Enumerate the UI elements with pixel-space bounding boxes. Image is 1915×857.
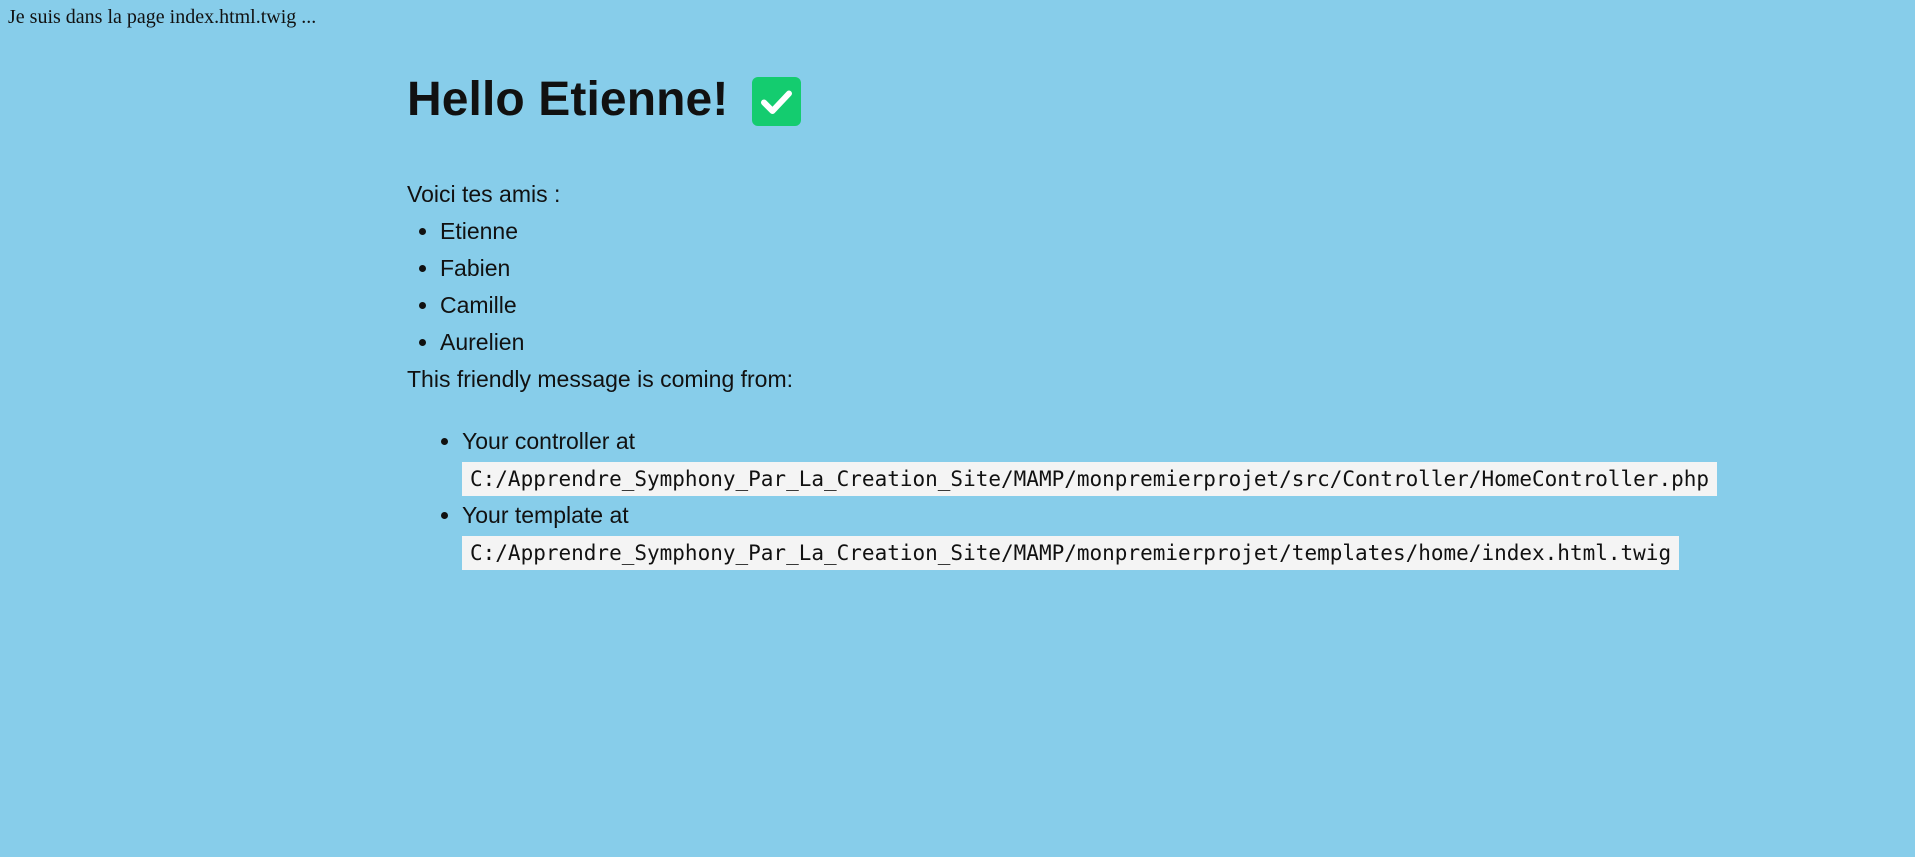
controller-path: C:/Apprendre_Symphony_Par_La_Creation_Si… xyxy=(462,462,1718,496)
page-title: Hello Etienne! xyxy=(407,60,1867,140)
friends-list: Etienne Fabien Camille Aurelien xyxy=(407,213,1867,361)
friends-intro: Voici tes amis : xyxy=(407,181,561,207)
friend-item: Camille xyxy=(440,287,1867,324)
check-mark-icon xyxy=(752,76,802,126)
debug-message: Je suis dans la page index.html.twig ... xyxy=(8,6,317,28)
welcome-content: Hello Etienne! Voici tes amis : Etienne … xyxy=(407,60,1867,571)
friend-item: Fabien xyxy=(440,250,1867,287)
page-title-text: Hello Etienne! xyxy=(407,73,729,126)
template-label: Your template at xyxy=(462,502,629,528)
source-list: Your controller at C:/Apprendre_Symphony… xyxy=(407,423,1867,571)
template-path: C:/Apprendre_Symphony_Par_La_Creation_Si… xyxy=(462,536,1680,570)
controller-label: Your controller at xyxy=(462,428,636,454)
friendly-message-heading: This friendly message is coming from: xyxy=(407,366,794,392)
controller-source-item: Your controller at C:/Apprendre_Symphony… xyxy=(462,423,1867,497)
friend-item: Aurelien xyxy=(440,324,1867,361)
template-source-item: Your template at C:/Apprendre_Symphony_P… xyxy=(462,497,1867,571)
friend-item: Etienne xyxy=(440,213,1867,250)
